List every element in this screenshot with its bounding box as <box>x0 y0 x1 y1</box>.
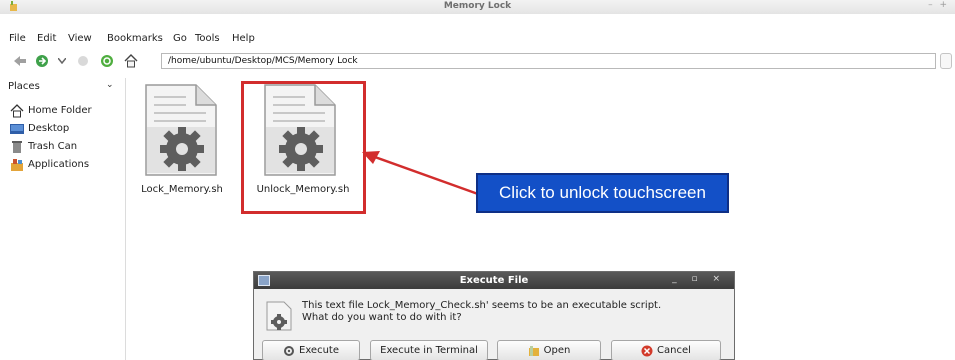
trash-icon <box>10 140 24 154</box>
script-file-icon <box>266 301 292 331</box>
applications-icon <box>10 158 24 172</box>
dialog-question: What do you want to do with it? <box>302 312 462 323</box>
sidebar-item-label: Applications <box>28 159 90 170</box>
open-button[interactable]: Open <box>497 340 601 360</box>
chevron-down-icon[interactable]: ⌄ <box>106 80 114 90</box>
home-icon[interactable] <box>124 54 138 68</box>
highlight-box <box>241 81 366 214</box>
sidebar-item-label: Trash Can <box>28 141 78 152</box>
callout-label: Click to unlock touchscreen <box>476 173 729 213</box>
cancel-icon <box>641 345 653 357</box>
desktop-icon <box>10 122 24 136</box>
menu-edit[interactable]: Edit <box>37 33 56 44</box>
gears-icon <box>283 345 295 357</box>
file-name: Lock_Memory.sh <box>141 184 223 195</box>
menu-bar: File Edit View Bookmarks Go Tools Help <box>0 29 955 47</box>
sidebar-item-label: Desktop <box>28 123 70 134</box>
sidebar: Places ⌄ Home Folder Desktop Trash Can A… <box>0 78 126 360</box>
file-item-lock-memory[interactable]: Lock_Memory.sh <box>127 80 237 200</box>
sidebar-item-desktop[interactable]: Desktop <box>10 120 69 137</box>
stop-icon[interactable] <box>76 54 90 68</box>
sidebar-item-applications[interactable]: Applications <box>10 156 89 173</box>
menu-go[interactable]: Go <box>173 33 187 44</box>
home-icon <box>10 103 24 118</box>
menu-file[interactable]: File <box>9 33 26 44</box>
menu-view[interactable]: View <box>68 33 92 44</box>
execute-in-terminal-label: Execute in Terminal <box>380 345 478 356</box>
execute-button-label: Execute <box>299 345 339 356</box>
dialog-titlebar: Execute File _ ▫ × <box>254 272 734 289</box>
menu-tools[interactable]: Tools <box>195 33 220 44</box>
back-icon[interactable] <box>13 54 27 68</box>
cancel-button[interactable]: Cancel <box>611 340 721 360</box>
reload-icon[interactable] <box>100 54 114 68</box>
dialog-title: Execute File <box>459 275 529 286</box>
window-controls[interactable]: – + <box>928 0 949 10</box>
sidebar-item-home-folder[interactable]: Home Folder <box>10 102 92 119</box>
dialog-window-controls[interactable]: _ ▫ × <box>672 274 726 284</box>
dialog-message: This text file Lock_Memory_Check.sh' see… <box>302 300 662 311</box>
script-file-icon <box>145 84 217 176</box>
execute-in-terminal-button[interactable]: Execute in Terminal <box>370 340 488 360</box>
sidebar-header[interactable]: Places <box>8 81 40 92</box>
arrow-icon <box>362 151 479 196</box>
open-icon <box>528 345 540 357</box>
open-button-label: Open <box>543 345 571 356</box>
cancel-button-label: Cancel <box>657 345 691 356</box>
execute-button[interactable]: Execute <box>262 340 360 360</box>
menu-bookmarks[interactable]: Bookmarks <box>107 33 163 44</box>
execute-file-dialog: Execute File _ ▫ × This text file Lock_M… <box>253 271 735 360</box>
sidebar-item-trash-can[interactable]: Trash Can <box>10 138 77 155</box>
location-bar-end-button[interactable] <box>940 53 952 69</box>
location-bar[interactable]: /home/ubuntu/Desktop/MCS/Memory Lock <box>161 53 936 69</box>
forward-icon[interactable] <box>35 54 49 68</box>
menu-help[interactable]: Help <box>232 33 255 44</box>
window-titlebar: Memory Lock – + <box>0 0 955 14</box>
dropdown-icon[interactable] <box>55 54 69 68</box>
sidebar-item-label: Home Folder <box>28 105 92 116</box>
window-title: Memory Lock <box>443 1 512 11</box>
